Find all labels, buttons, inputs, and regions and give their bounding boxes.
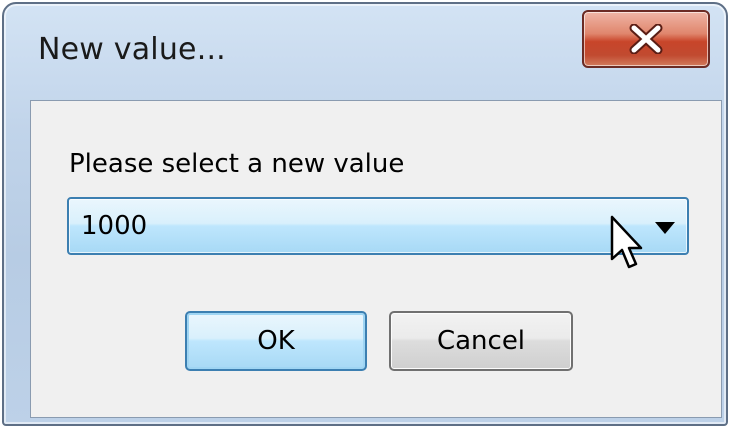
value-select[interactable]: 1000	[67, 197, 689, 255]
select-current-value: 1000	[81, 211, 148, 241]
prompt-label: Please select a new value	[69, 149, 405, 179]
dialog-body: Please select a new value 1000 OK Cancel	[30, 100, 722, 418]
dialog-window: New value... Please select a new value 1…	[2, 2, 728, 426]
ok-button[interactable]: OK	[185, 311, 367, 371]
close-x-icon	[629, 24, 663, 54]
cancel-button[interactable]: Cancel	[389, 311, 573, 371]
dialog-title: New value...	[38, 32, 226, 67]
close-button[interactable]	[582, 10, 710, 68]
dropdown-arrow-icon[interactable]	[655, 219, 675, 238]
